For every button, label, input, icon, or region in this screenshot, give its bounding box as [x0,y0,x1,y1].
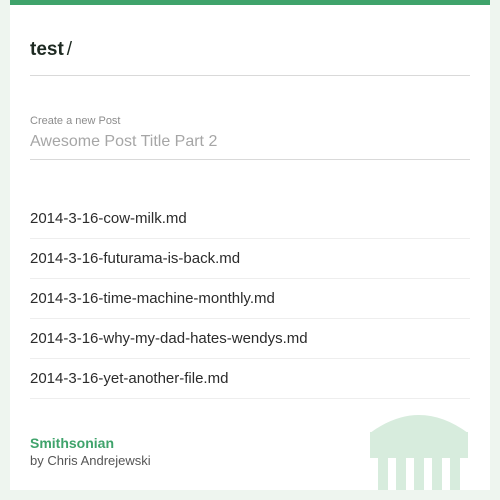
file-item[interactable]: 2014-3-16-why-my-dad-hates-wendys.md [30,319,470,359]
footer: Smithsonian by Chris Andrejewski [30,435,151,468]
repo-title[interactable]: test [30,39,64,60]
new-post-title-input[interactable] [30,133,470,160]
path-separator: / [66,39,73,60]
smithsonian-building-icon [370,415,468,490]
header: test / [30,39,470,76]
file-item[interactable]: 2014-3-16-cow-milk.md [30,199,470,239]
file-list: 2014-3-16-cow-milk.md 2014-3-16-futurama… [30,199,470,399]
file-item[interactable]: 2014-3-16-time-machine-monthly.md [30,279,470,319]
app-window: test/ Create a new Post 2014-3-16-cow-mi… [10,0,490,490]
author-credit: by Chris Andrejewski [30,453,151,468]
app-name: Smithsonian [30,435,115,451]
new-post-section: Create a new Post [30,115,470,160]
file-item[interactable]: 2014-3-16-futurama-is-back.md [30,239,470,279]
new-post-label: Create a new Post [30,115,121,127]
file-item[interactable]: 2014-3-16-yet-another-file.md [30,359,470,399]
